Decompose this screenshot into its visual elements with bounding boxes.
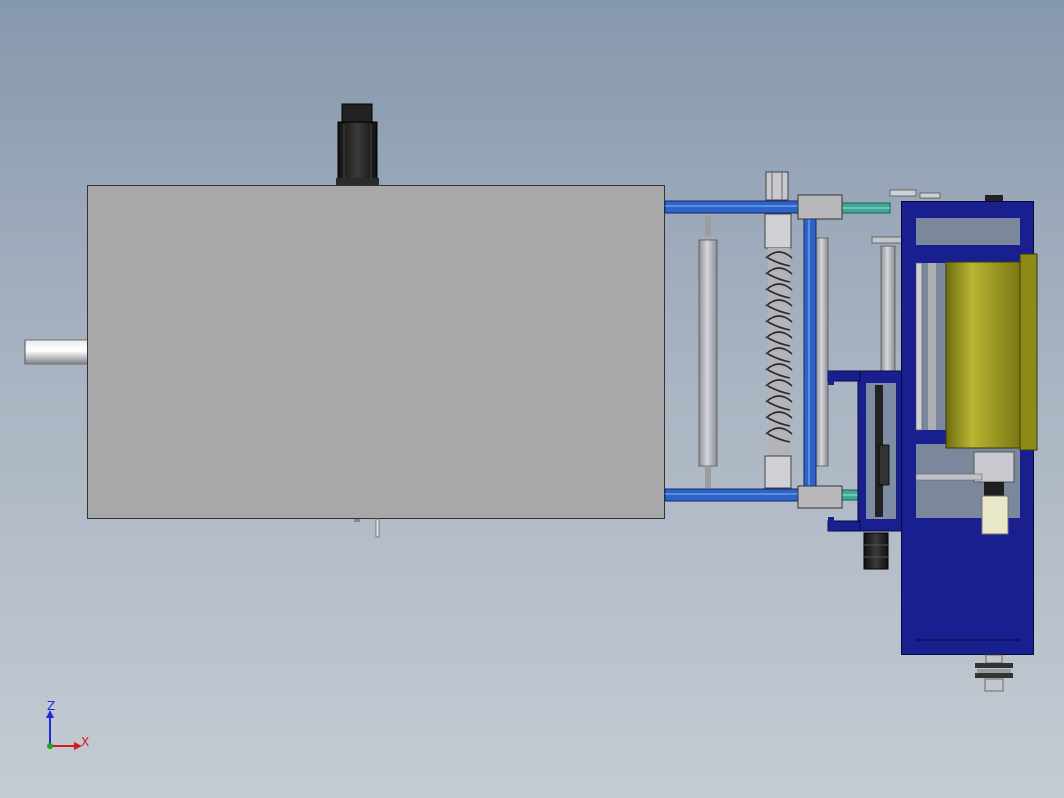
main-housing[interactable] bbox=[87, 185, 665, 519]
top-motor[interactable] bbox=[336, 103, 379, 185]
cad-model-scene[interactable] bbox=[0, 0, 1064, 798]
y-axis-dot bbox=[47, 743, 53, 749]
slider-block-lower[interactable] bbox=[797, 485, 843, 509]
reference-triad[interactable]: Z X bbox=[40, 696, 100, 756]
shaft-stub[interactable] bbox=[24, 339, 89, 365]
slider-block-upper[interactable] bbox=[797, 194, 843, 220]
triad-x-label: X bbox=[81, 735, 90, 749]
guide-rod-left[interactable] bbox=[698, 216, 718, 488]
helical-spring[interactable] bbox=[764, 171, 793, 489]
vertical-blue-post[interactable] bbox=[803, 214, 817, 492]
lower-rail[interactable] bbox=[664, 488, 891, 502]
housing-bottom-pins bbox=[354, 518, 380, 538]
bottom-pulley[interactable] bbox=[975, 654, 1013, 692]
triad-z-label: Z bbox=[47, 699, 56, 713]
side-motor[interactable] bbox=[863, 532, 889, 570]
upper-rail[interactable] bbox=[664, 200, 891, 214]
graphics-viewport[interactable]: Z X bbox=[0, 0, 1064, 798]
guide-rod-right[interactable] bbox=[815, 237, 829, 467]
gearbox-cylinder[interactable] bbox=[945, 253, 1038, 451]
